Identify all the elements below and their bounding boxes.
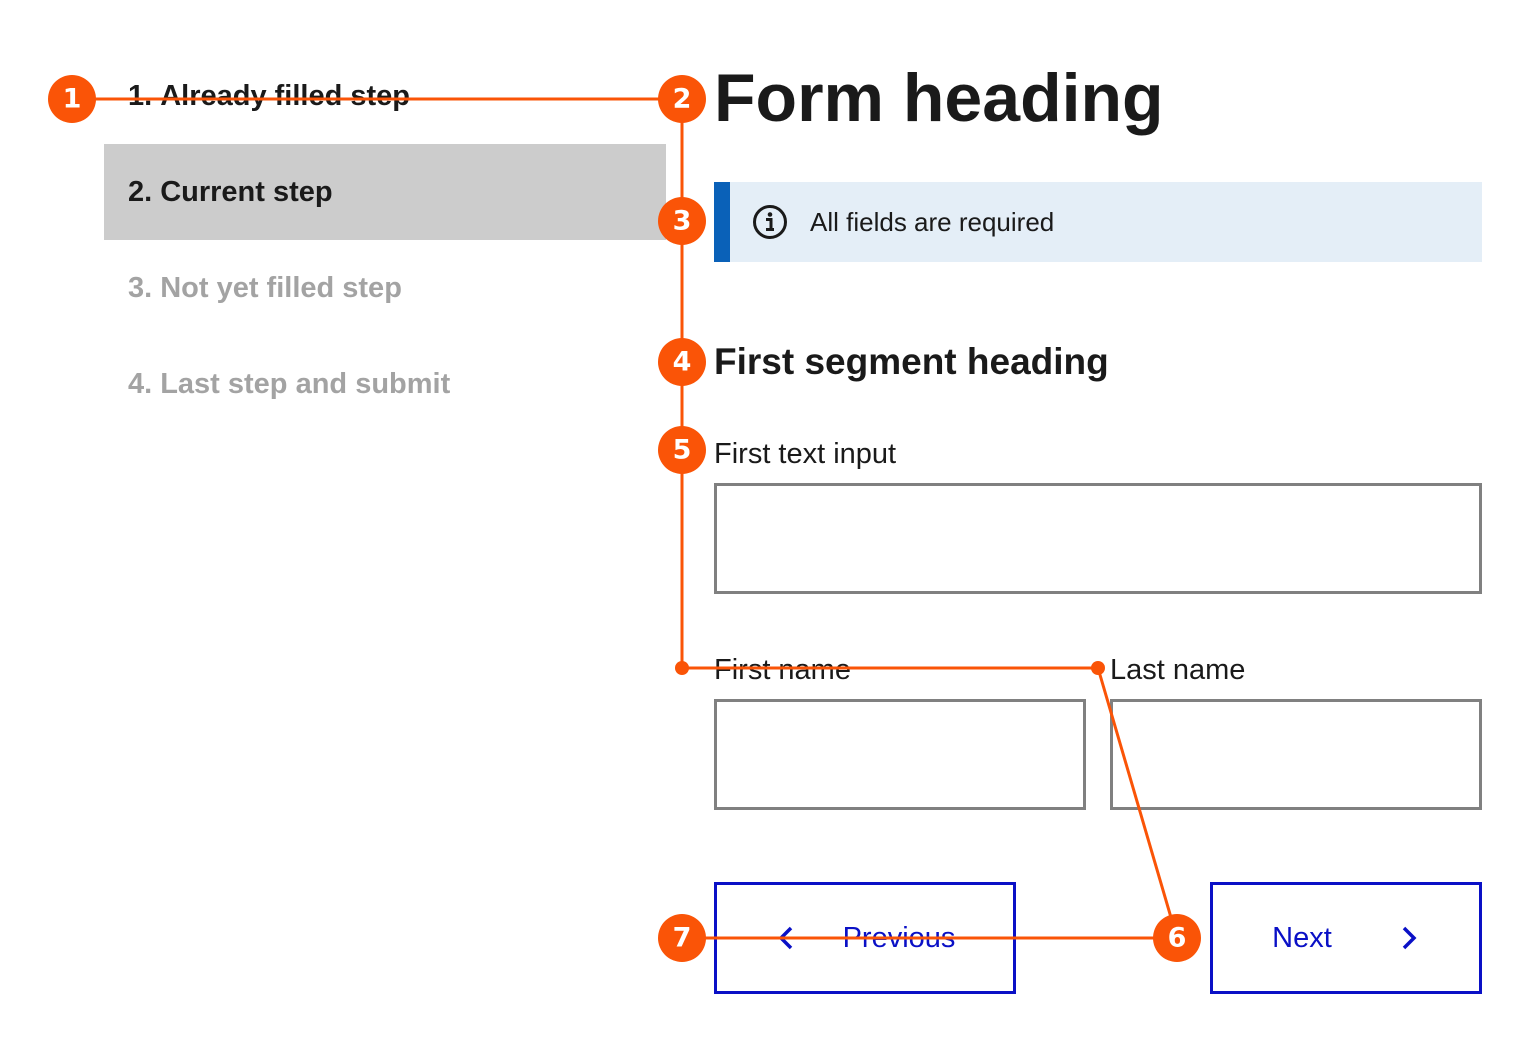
step-last-submit: 4. Last step and submit — [104, 336, 666, 432]
step-not-yet-filled: 3. Not yet filled step — [104, 240, 666, 336]
step-label: Already filled step — [160, 79, 411, 112]
first-name-label: First name — [714, 654, 851, 686]
first-name-input[interactable] — [714, 699, 1086, 810]
first-text-input-label: First text input — [714, 438, 897, 470]
form-heading: Form heading — [714, 60, 1164, 136]
annotation-marker-label: 2 — [673, 84, 692, 115]
first-text-input[interactable] — [714, 483, 1482, 594]
previous-button[interactable]: Previous — [714, 882, 1016, 994]
annotation-dot — [675, 661, 689, 675]
info-icon — [753, 205, 787, 239]
annotation-marker-5: 5 — [658, 426, 706, 474]
form-stepper: 1. Already filled step 2. Current step 3… — [104, 48, 666, 432]
annotation-marker-1: 1 — [48, 75, 96, 123]
chevron-left-icon — [778, 926, 792, 950]
annotation-marker-label: 4 — [673, 347, 692, 378]
last-name-input[interactable] — [1110, 699, 1482, 810]
step-label: Current step — [160, 175, 333, 208]
last-name-label: Last name — [1110, 654, 1246, 686]
required-fields-notice: All fields are required — [714, 182, 1482, 262]
next-button-label: Next — [1272, 921, 1332, 954]
chevron-right-icon — [1402, 926, 1417, 950]
step-label: Last step and submit — [160, 367, 451, 400]
annotation-dot — [1091, 661, 1105, 675]
annotation-marker-7: 7 — [658, 914, 706, 962]
annotation-marker-label: 3 — [673, 206, 692, 237]
annotation-marker-label: 1 — [63, 84, 82, 115]
annotation-marker-label: 7 — [673, 923, 692, 954]
step-number: 2. — [128, 175, 153, 208]
segment-heading: First segment heading — [714, 341, 1109, 382]
step-number: 3. — [128, 271, 153, 304]
annotation-marker-label: 6 — [1168, 923, 1187, 954]
previous-button-label: Previous — [842, 921, 956, 954]
step-number: 4. — [128, 367, 153, 400]
page: 1. Already filled step 2. Current step 3… — [0, 0, 1524, 1042]
next-button[interactable]: Next — [1210, 882, 1482, 994]
notice-text: All fields are required — [810, 206, 1055, 237]
step-number: 1. — [128, 79, 153, 112]
annotation-marker-6: 6 — [1153, 914, 1201, 962]
annotation-marker-label: 5 — [673, 435, 692, 466]
step-already-filled[interactable]: 1. Already filled step — [104, 48, 666, 144]
step-current[interactable]: 2. Current step — [104, 144, 666, 240]
step-label: Not yet filled step — [160, 271, 402, 304]
